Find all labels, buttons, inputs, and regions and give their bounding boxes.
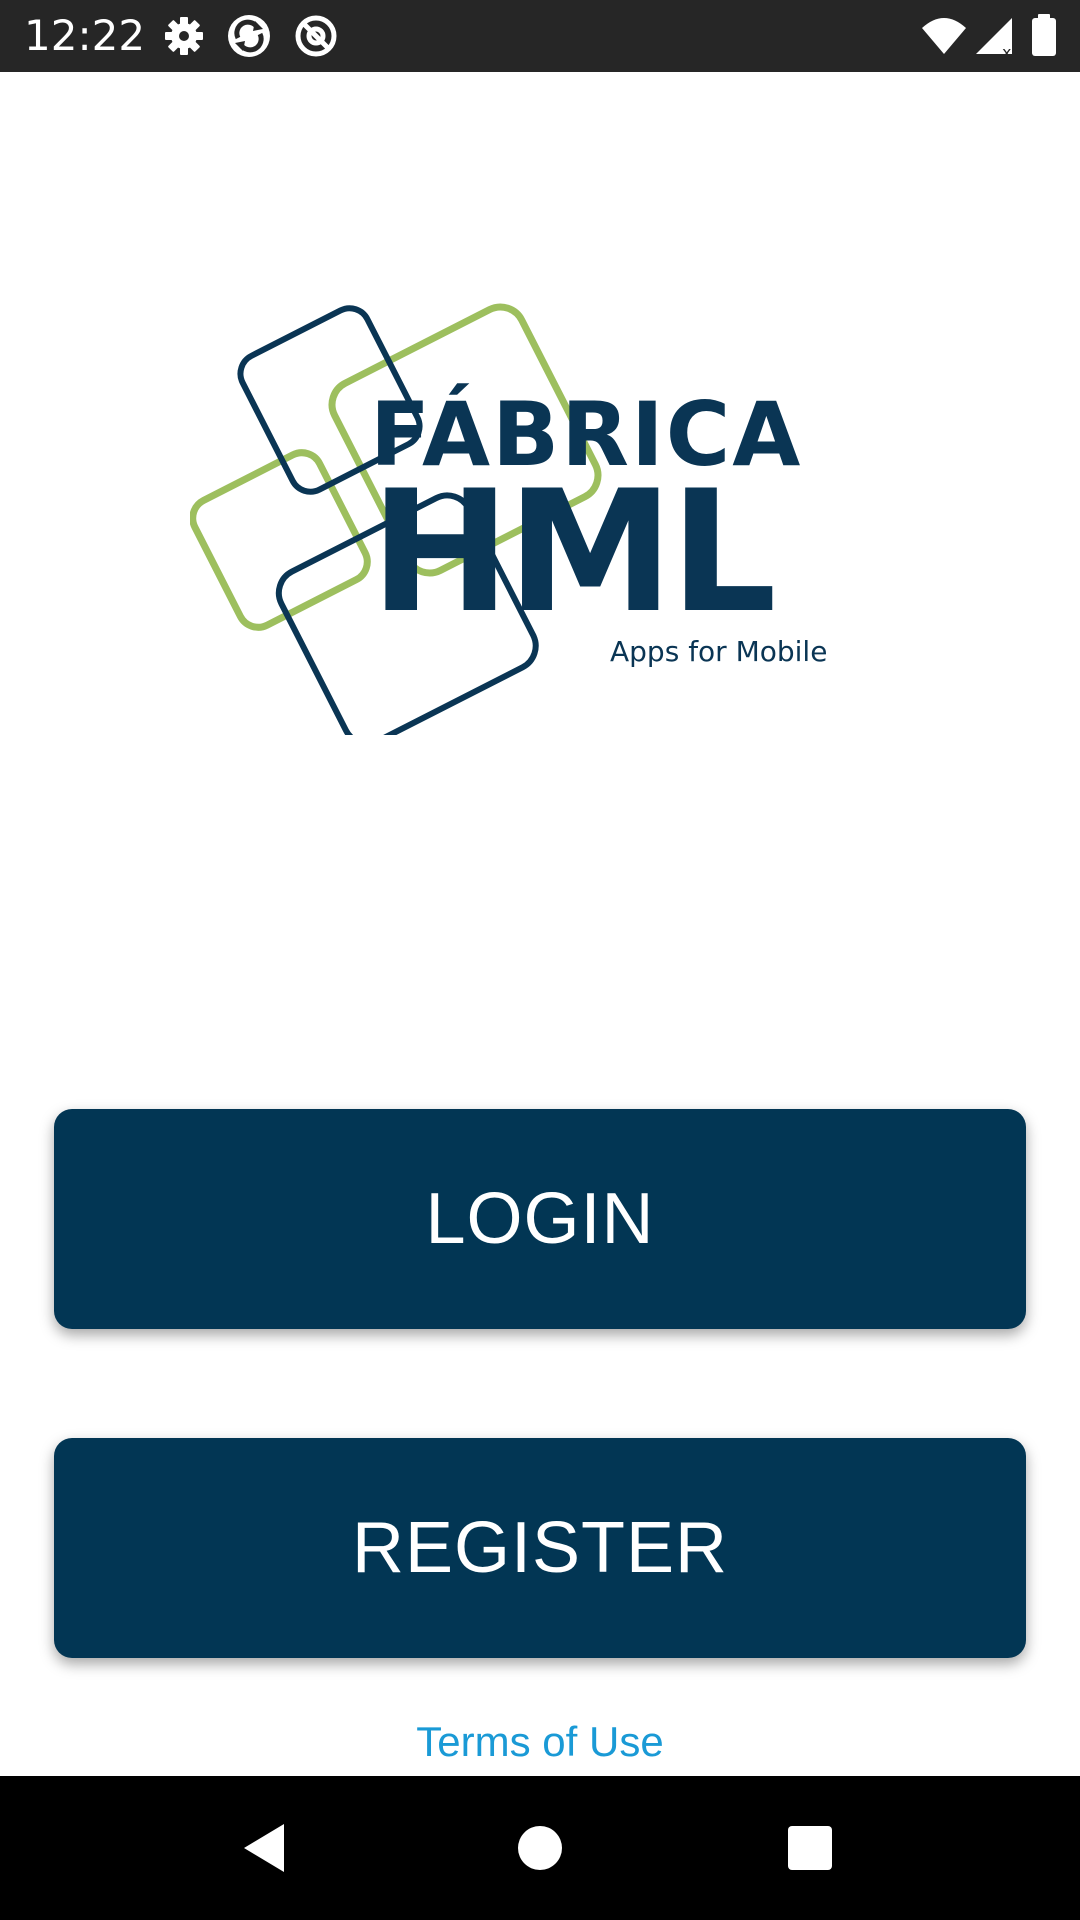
logo-tagline: Apps for Mobile bbox=[610, 635, 828, 668]
wifi-icon bbox=[920, 12, 968, 60]
back-icon[interactable] bbox=[230, 1812, 302, 1884]
at-sign-icon bbox=[292, 12, 340, 60]
brand-logo: FÁBRICA HML Apps for Mobile bbox=[190, 295, 850, 735]
login-button[interactable]: LOGIN bbox=[54, 1109, 1026, 1329]
logo-word-hml: HML bbox=[370, 454, 777, 650]
cell-signal-icon: x bbox=[972, 12, 1020, 60]
home-icon[interactable] bbox=[504, 1812, 576, 1884]
status-time: 12:22 bbox=[24, 11, 146, 60]
terms-of-use-link[interactable]: Terms of Use bbox=[0, 1716, 1080, 1768]
sync-icon bbox=[225, 12, 273, 60]
navigation-bar bbox=[0, 1776, 1080, 1920]
status-bar: 12:22 x bbox=[0, 0, 1080, 72]
recents-icon[interactable] bbox=[774, 1812, 846, 1884]
svg-text:x: x bbox=[1002, 43, 1011, 60]
register-button[interactable]: REGISTER bbox=[54, 1438, 1026, 1658]
gear-icon bbox=[160, 12, 208, 60]
battery-icon bbox=[1020, 12, 1068, 60]
